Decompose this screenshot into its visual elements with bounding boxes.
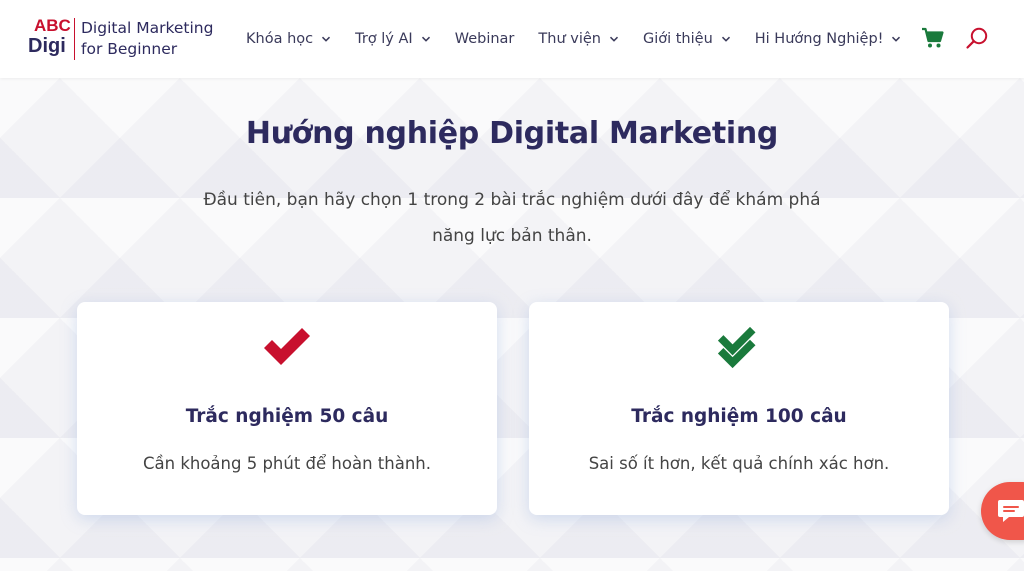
logo-line-2: for Beginner — [81, 40, 178, 58]
quiz-card-50[interactable]: Trắc nghiệm 50 câu Cần khoảng 5 phút để … — [77, 302, 497, 515]
page-title: Hướng nghiệp Digital Marketing — [245, 116, 779, 151]
nav-item-user-greeting[interactable]: Hi Hướng Nghiệp! — [755, 31, 902, 47]
nav-item-label: Webinar — [454, 31, 515, 47]
site-header: ABC Digi Digital Marketing for Beginner … — [0, 0, 1024, 78]
intro-text: Đầu tiên, bạn hãy chọn 1 trong 2 bài trắ… — [203, 190, 821, 246]
logo-divider — [74, 18, 75, 60]
logo-mark-bottom: Digi — [28, 35, 66, 57]
site-logo[interactable]: ABC Digi Digital Marketing for Beginner — [28, 16, 213, 62]
check-icon — [264, 328, 310, 365]
nav-item-label: Trợ lý AI — [355, 31, 413, 47]
main-content: Hướng nghiệp Digital Marketing Đầu tiên,… — [0, 78, 1024, 571]
chevron-down-icon — [322, 36, 331, 42]
nav-item-label: Khóa học — [246, 31, 314, 47]
quiz-card-title: Trắc nghiệm 50 câu — [185, 406, 389, 427]
chevron-down-icon — [609, 36, 618, 42]
nav-item-label: Giới thiệu — [642, 31, 713, 47]
search-icon[interactable] — [965, 26, 989, 50]
quiz-card-desc: Sai số ít hơn, kết quả chính xác hơn. — [588, 454, 890, 473]
chevron-down-icon — [892, 36, 901, 42]
logo-text: Digital Marketing for Beginner — [81, 18, 213, 60]
chat-icon — [998, 500, 1024, 522]
double-check-icon — [717, 326, 756, 369]
quiz-card-title: Trắc nghiệm 100 câu — [631, 406, 847, 427]
nav-item-label: Hi Hướng Nghiệp! — [754, 31, 884, 47]
logo-mark: ABC Digi — [28, 16, 72, 62]
nav-item-gioi-thieu[interactable]: Giới thiệu — [643, 31, 731, 47]
quiz-card-desc: Cần khoảng 5 phút để hoàn thành. — [142, 454, 431, 473]
nav-item-thu-vien[interactable]: Thư viện — [538, 31, 619, 47]
logo-mark-top: ABC — [34, 16, 71, 35]
quiz-card-100[interactable]: Trắc nghiệm 100 câu Sai số ít hơn, kết q… — [529, 302, 949, 515]
nav-item-khoa-hoc[interactable]: Khóa học — [246, 31, 331, 47]
logo-line-1: Digital Marketing — [81, 19, 214, 37]
nav-item-webinar[interactable]: Webinar — [455, 31, 515, 47]
chevron-down-icon — [721, 36, 730, 42]
main-nav: Khóa học Trợ lý AI Webinar Thư viện Giới… — [246, 28, 901, 50]
cart-icon[interactable] — [921, 27, 945, 49]
chevron-down-icon — [421, 36, 430, 42]
nav-item-tro-ly-ai[interactable]: Trợ lý AI — [355, 31, 431, 47]
nav-item-label: Thư viện — [538, 31, 601, 47]
